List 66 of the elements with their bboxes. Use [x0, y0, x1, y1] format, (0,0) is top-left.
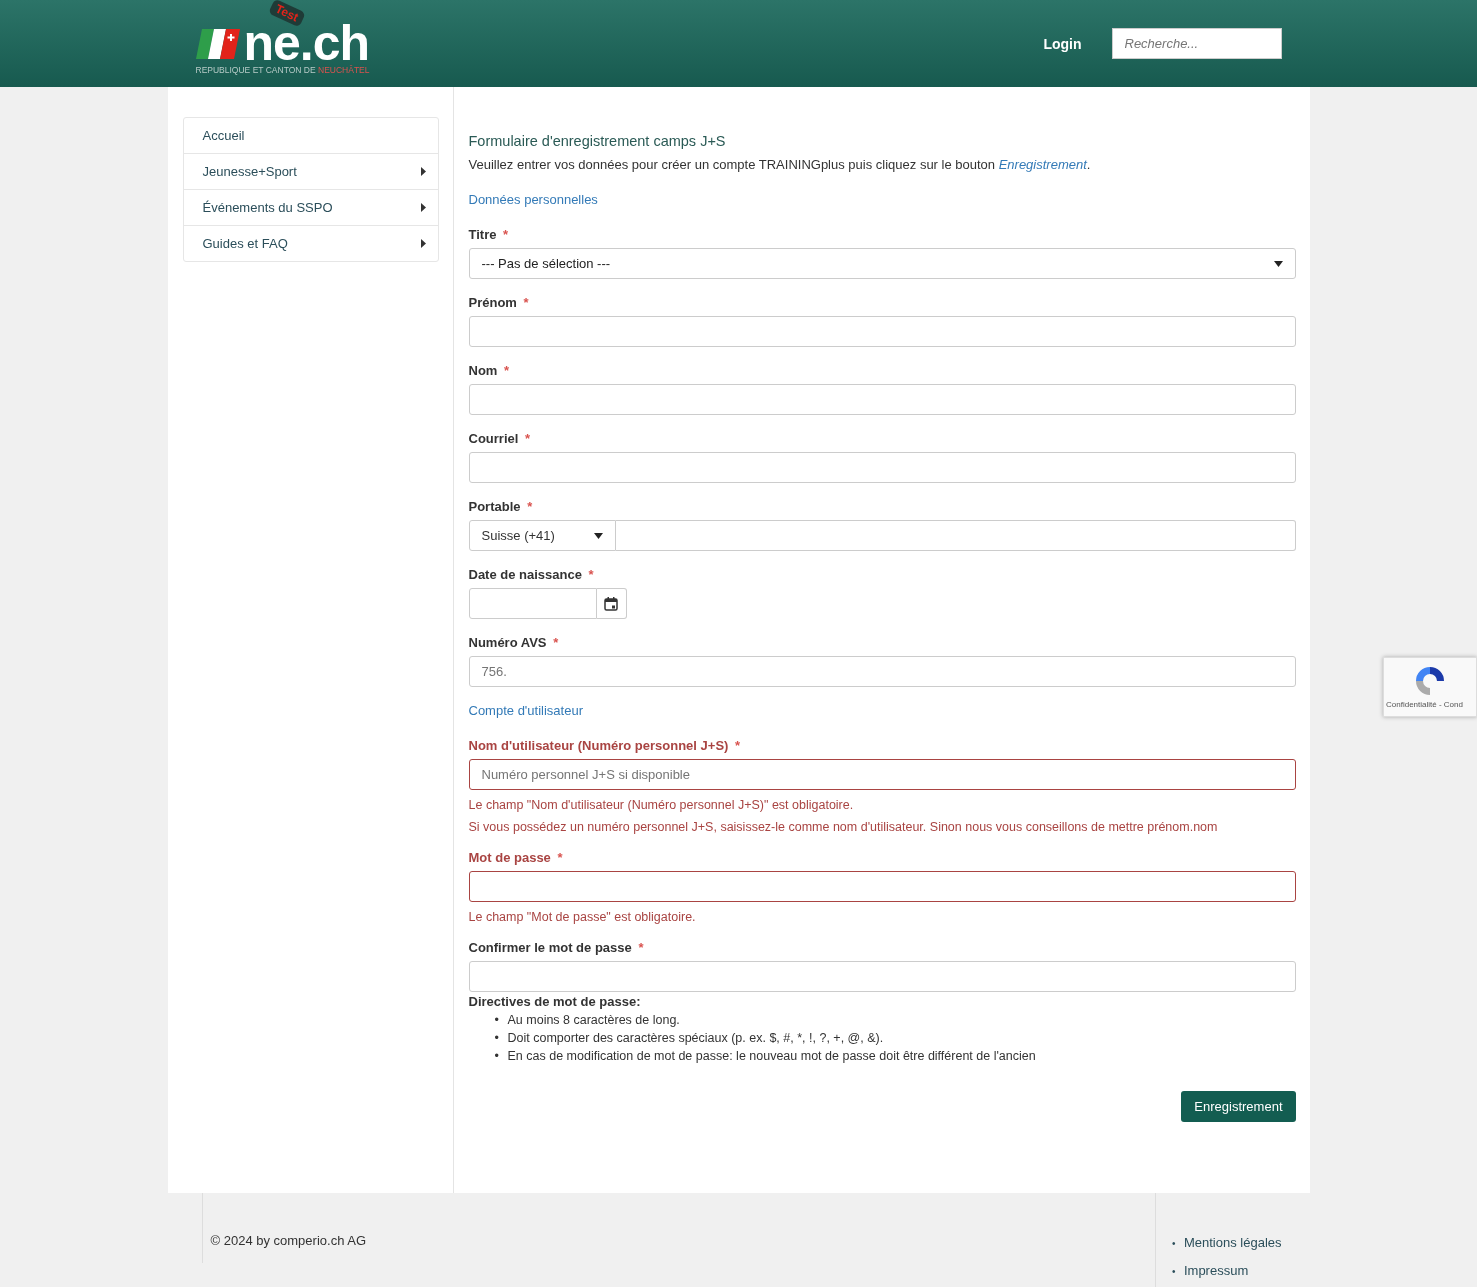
search-field[interactable]: Recherche...: [1111, 28, 1282, 59]
field-label: Portable: [468, 499, 521, 514]
field-label: Mot de passe: [468, 850, 551, 865]
required-asterisk: *: [588, 567, 594, 582]
country-select[interactable]: Suisse (+41): [468, 520, 616, 551]
error-message: Si vous possédez un numéro personnel J+S, saisissez-le comme nom d'utilisateur. Sinon nous vous conseillons de mettre prénom.nom: [468, 820, 1219, 834]
sidebar-item[interactable]: Jeunesse+Sport: [183, 154, 438, 190]
bullet: •: [494, 1048, 500, 1065]
required-asterisk: *: [638, 940, 644, 955]
field-label: Titre: [468, 227, 497, 242]
error-message: Le champ "Mot de passe" est obligatoire.: [468, 910, 697, 924]
input-field[interactable]: Numéro personnel J+S si disponible: [468, 759, 1296, 790]
rule-text: Au moins 8 caractères de long.: [507, 1013, 680, 1027]
calendar-button[interactable]: [596, 588, 627, 619]
logo-subtitle-highlight: NEUCHÂTEL: [318, 64, 370, 75]
caret-right-icon: [420, 203, 426, 212]
rules-title: Directives de mot de passe:: [468, 994, 642, 1009]
test-badge: Test: [267, 0, 306, 27]
phone-field[interactable]: [615, 520, 1296, 551]
field-label: Nom: [468, 363, 498, 378]
register-button[interactable]: Enregistrement: [1181, 1091, 1296, 1122]
caret-right-icon: [420, 239, 426, 248]
section-heading: Données personnelles: [468, 192, 599, 207]
sidebar-item[interactable]: Guides et FAQ: [183, 226, 438, 261]
recaptcha-badge[interactable]: Confidentialité - Cond: [1383, 657, 1477, 717]
footer-link[interactable]: Impressum: [1183, 1263, 1249, 1278]
field-label: Prénom: [468, 295, 517, 310]
sidebar-item[interactable]: Accueil: [183, 118, 438, 154]
caret-right-icon: [420, 167, 426, 176]
section-heading: Compte d'utilisateur: [468, 703, 584, 718]
date-field[interactable]: [468, 588, 597, 619]
field-label: Confirmer le mot de passe: [468, 940, 632, 955]
rule-text: En cas de modification de mot de passe: le nouveau mot de passe doit être différent de l'ancien: [507, 1049, 1036, 1063]
required-asterisk: *: [527, 499, 533, 514]
required-asterisk: *: [524, 431, 531, 446]
rule-text: Doit comporter des caractères spéciaux (p. ex. $, #, *, !, ?, +, @, &).: [507, 1031, 884, 1045]
footer-link[interactable]: Mentions légales: [1183, 1235, 1282, 1250]
required-asterisk: *: [504, 363, 510, 378]
flag-icon: [195, 28, 240, 59]
bullet: •: [1171, 1265, 1177, 1279]
logo-subtitle: REPUBLIQUE ET CANTON DE: [195, 64, 316, 75]
copyright-text: © 2024 by comperio.ch AG: [210, 1233, 367, 1248]
required-asterisk: *: [553, 635, 559, 650]
sidebar-item[interactable]: Événements du SSPO: [183, 190, 438, 226]
recaptcha-text[interactable]: Confidentialité - Cond: [1386, 700, 1463, 709]
recaptcha-icon: [1413, 664, 1447, 698]
bullet: •: [1171, 1237, 1177, 1251]
input-field[interactable]: [468, 871, 1296, 902]
caret-down-icon: [593, 532, 603, 539]
required-asterisk: *: [523, 295, 529, 310]
field-label: Numéro AVS: [468, 635, 547, 650]
field-label: Date de naissance: [468, 567, 582, 582]
required-asterisk: *: [735, 738, 741, 753]
caret-down-icon: [1273, 260, 1283, 267]
required-asterisk: *: [503, 227, 509, 242]
calendar-icon: [604, 596, 618, 611]
form-title: Formulaire d'enregistrement camps J+S: [468, 133, 727, 149]
field-label: Courriel: [468, 431, 519, 446]
bullet: •: [494, 1030, 500, 1047]
error-message: Le champ "Nom d'utilisateur (Numéro personnel J+S)" est obligatoire.: [468, 798, 855, 812]
required-asterisk: *: [557, 850, 563, 865]
bullet: •: [494, 1012, 500, 1029]
intro-text: Veuillez entrer vos données pour créer un compte TRAININGplus puis cliquez sur le bouton Enregistrement.: [468, 157, 1092, 172]
title-select[interactable]: --- Pas de sélection ---: [468, 248, 1296, 279]
field-label: Nom d'utilisateur (Numéro personnel J+S): [468, 738, 729, 753]
login-link[interactable]: Login: [1043, 35, 1082, 52]
